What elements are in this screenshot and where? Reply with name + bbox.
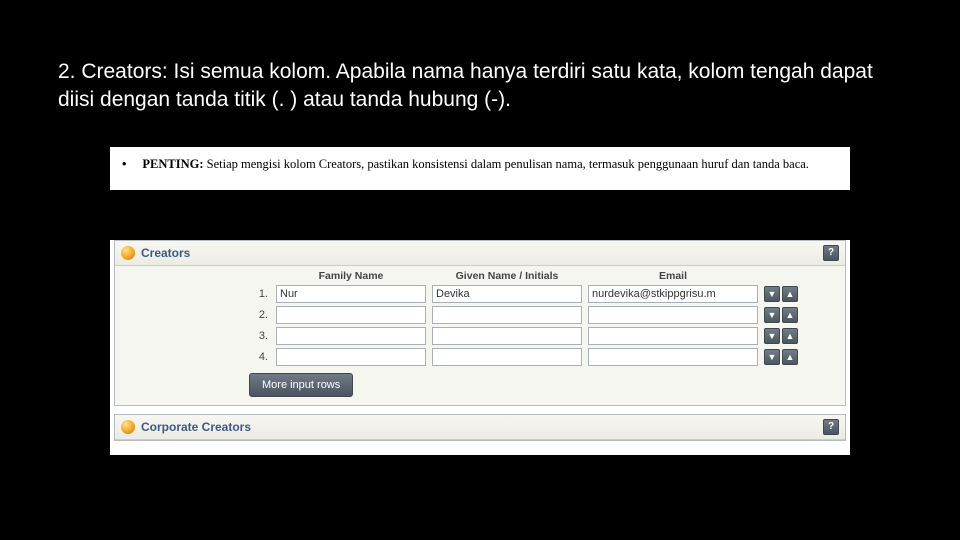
given-name-input[interactable] — [432, 306, 582, 324]
move-down-icon[interactable]: ▼ — [764, 286, 780, 302]
creators-col-headers: Family Name Given Name / Initials Email — [123, 270, 837, 282]
move-up-icon[interactable]: ▲ — [782, 286, 798, 302]
email-input[interactable] — [588, 306, 758, 324]
header-family: Family Name — [276, 270, 426, 282]
email-input[interactable] — [588, 327, 758, 345]
table-row: 4. ▼ ▲ — [123, 348, 837, 366]
row-number: 1. — [150, 288, 270, 300]
family-name-input[interactable] — [276, 348, 426, 366]
note-text: PENTING: Setiap mengisi kolom Creators, … — [142, 157, 809, 172]
creators-body: Family Name Given Name / Initials Email … — [115, 266, 845, 405]
move-down-icon[interactable]: ▼ — [764, 328, 780, 344]
creators-section: Creators ? Family Name Given Name / Init… — [114, 240, 846, 406]
corporate-creators-title: Corporate Creators — [141, 420, 251, 434]
note-box: • PENTING: Setiap mengisi kolom Creators… — [110, 147, 850, 190]
help-icon[interactable]: ? — [823, 245, 839, 261]
family-name-input[interactable] — [276, 327, 426, 345]
move-up-icon[interactable]: ▲ — [782, 349, 798, 365]
email-input[interactable] — [588, 285, 758, 303]
creators-title: Creators — [141, 246, 190, 260]
corporate-creators-section: Corporate Creators ? — [114, 414, 846, 441]
bullet-dot: • — [122, 157, 126, 172]
move-up-icon[interactable]: ▲ — [782, 328, 798, 344]
corporate-creators-header: Corporate Creators ? — [115, 415, 845, 440]
move-up-icon[interactable]: ▲ — [782, 307, 798, 323]
form-panel: Creators ? Family Name Given Name / Init… — [110, 240, 850, 455]
family-name-input[interactable] — [276, 306, 426, 324]
email-input[interactable] — [588, 348, 758, 366]
header-email: Email — [588, 270, 758, 282]
creators-header: Creators ? — [115, 241, 845, 266]
more-input-rows-button[interactable]: More input rows — [249, 373, 353, 397]
move-down-icon[interactable]: ▼ — [764, 307, 780, 323]
given-name-input[interactable] — [432, 348, 582, 366]
given-name-input[interactable] — [432, 285, 582, 303]
family-name-input[interactable] — [276, 285, 426, 303]
row-number: 2. — [150, 309, 270, 321]
row-number: 3. — [150, 330, 270, 342]
given-name-input[interactable] — [432, 327, 582, 345]
table-row: 2. ▼ ▲ — [123, 306, 837, 324]
table-row: 3. ▼ ▲ — [123, 327, 837, 345]
bullet-icon — [121, 246, 135, 260]
move-down-icon[interactable]: ▼ — [764, 349, 780, 365]
bullet-icon — [121, 420, 135, 434]
header-given: Given Name / Initials — [432, 270, 582, 282]
help-icon[interactable]: ? — [823, 419, 839, 435]
slide-heading: 2. Creators: Isi semua kolom. Apabila na… — [0, 0, 960, 123]
row-number: 4. — [150, 351, 270, 363]
table-row: 1. ▼ ▲ — [123, 285, 837, 303]
